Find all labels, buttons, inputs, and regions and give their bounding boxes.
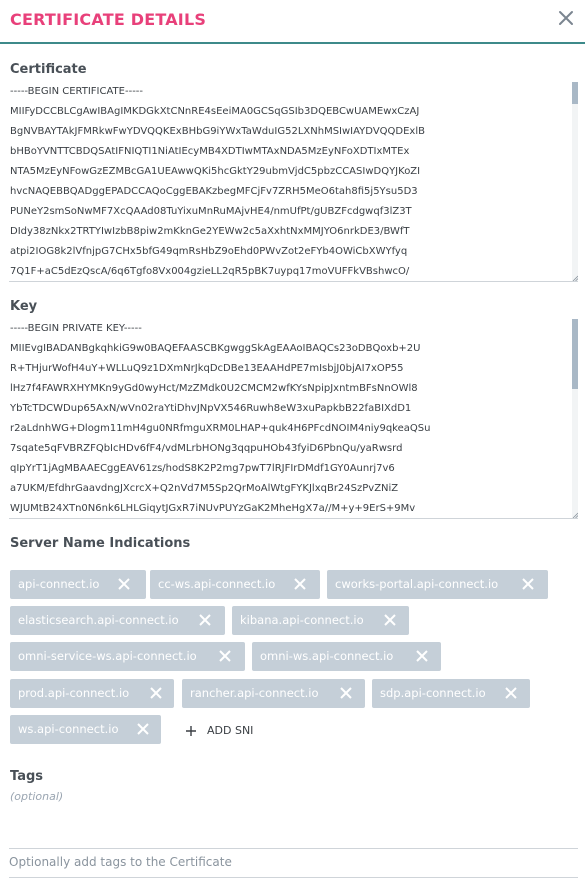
sni-chip-label: omni-ws.api-connect.io [260,649,394,663]
sni-chip: api-connect.io [10,570,146,599]
add-sni-label: ADD SNI [207,724,254,737]
tags-label: Tags [10,769,44,784]
sni-chip: kibana.api-connect.io [232,606,409,635]
x-icon[interactable] [521,577,535,591]
sni-chip-label: omni-service-ws.api-connect.io [18,649,197,663]
key-textarea[interactable]: -----BEGIN PRIVATE KEY----- MIIEvgIBADAN… [9,319,578,519]
plus-icon [186,726,196,736]
sni-chip: omni-service-ws.api-connect.io [10,642,245,671]
sni-chip-label: elasticsearch.api-connect.io [18,613,179,627]
certificate-label: Certificate [10,62,87,77]
x-icon[interactable] [117,577,131,591]
x-icon[interactable] [339,686,353,700]
tags-optional-hint: (optional) [10,790,64,803]
sni-chip-label: cc-ws.api-connect.io [158,577,276,591]
dialog-title: CERTIFICATE DETAILS [10,10,207,29]
x-icon[interactable] [504,686,518,700]
sni-chip: sdp.api-connect.io [372,679,530,708]
sni-chip-label: rancher.api-connect.io [190,686,319,700]
sni-chip: cc-ws.api-connect.io [150,570,320,599]
key-scroll-thumb[interactable] [572,319,578,389]
x-icon[interactable] [136,722,150,736]
sni-chip-label: api-connect.io [18,577,100,591]
sni-chip-label: sdp.api-connect.io [380,686,486,700]
sni-chip-label: cworks-portal.api-connect.io [335,577,499,591]
tags-input[interactable]: Optionally add tags to the Certificate [9,848,578,878]
sni-chip: rancher.api-connect.io [182,679,365,708]
x-icon[interactable] [198,613,212,627]
sni-chip-label: ws.api-connect.io [18,722,119,736]
resize-grip-icon[interactable] [572,275,578,281]
sni-chip: elasticsearch.api-connect.io [10,606,225,635]
x-icon[interactable] [383,613,397,627]
close-icon[interactable] [557,9,575,27]
key-text: -----BEGIN PRIVATE KEY----- MIIEvgIBADAN… [10,323,431,514]
key-scrollbar[interactable] [572,319,578,518]
sni-chip: ws.api-connect.io [10,715,161,744]
x-icon[interactable] [293,577,307,591]
sni-chip: prod.api-connect.io [10,679,174,708]
key-label: Key [10,299,38,314]
certificate-scroll-thumb[interactable] [572,82,578,104]
certificate-textarea[interactable]: -----BEGIN CERTIFICATE----- MIIFyDCCBLCg… [9,82,578,282]
certificate-scrollbar[interactable] [572,82,578,281]
sni-chip: cworks-portal.api-connect.io [327,570,548,599]
x-icon[interactable] [218,649,232,663]
sni-chip-label: prod.api-connect.io [18,686,130,700]
x-icon[interactable] [149,686,163,700]
x-icon[interactable] [415,649,429,663]
sni-label: Server Name Indications [10,536,191,551]
sni-chip-label: kibana.api-connect.io [240,613,364,627]
resize-grip-icon[interactable] [572,512,578,518]
sni-chip: omni-ws.api-connect.io [252,642,441,671]
certificate-text: -----BEGIN CERTIFICATE----- MIIFyDCCBLCg… [10,86,425,277]
dialog-header: CERTIFICATE DETAILS [0,0,585,44]
